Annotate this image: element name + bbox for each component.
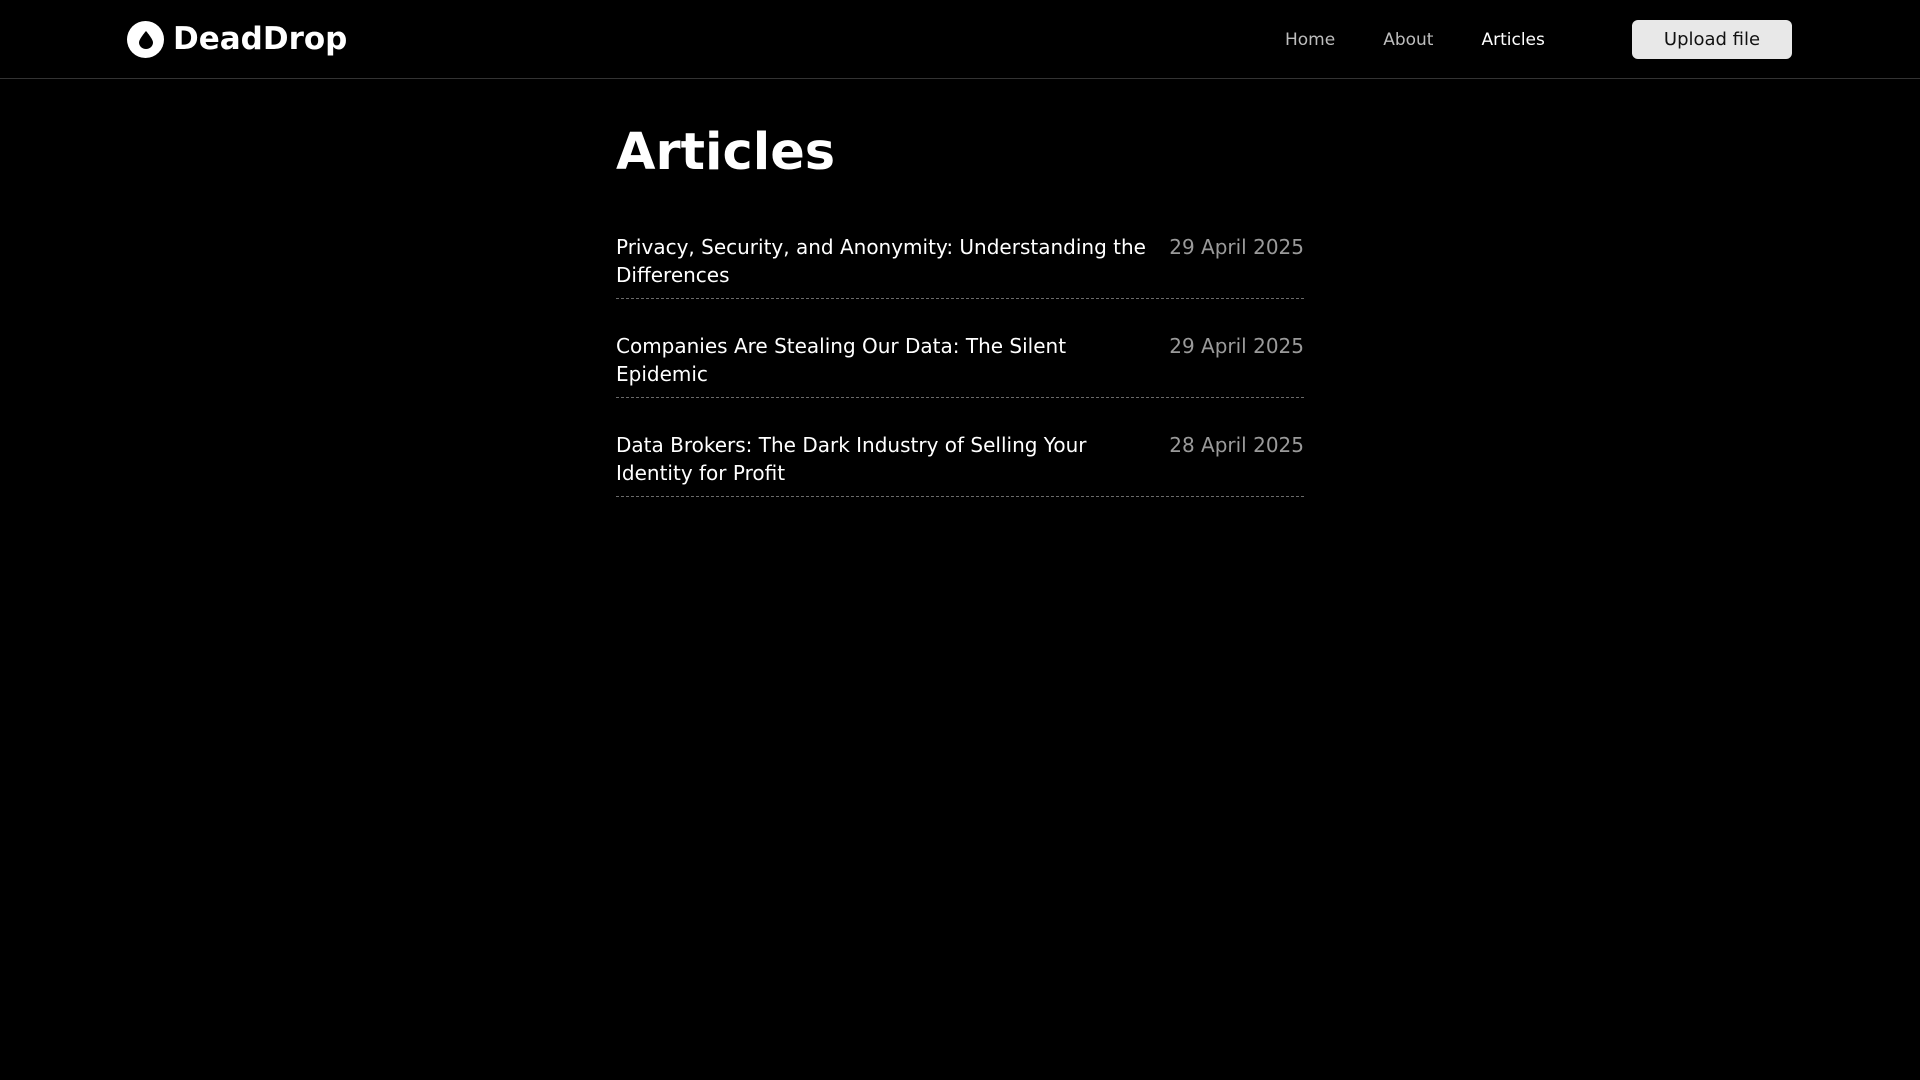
article-date: 29 April 2025 [1169,235,1304,259]
list-item: Companies Are Stealing Our Data: The Sil… [616,332,1304,398]
main-content: Articles Privacy, Security, and Anonymit… [616,117,1304,530]
article-title-link[interactable]: Data Brokers: The Dark Industry of Selli… [616,431,1156,487]
article-date: 29 April 2025 [1169,334,1304,358]
upload-file-button[interactable]: Upload file [1632,20,1792,59]
brand-name: DeadDrop [173,21,348,57]
nav-item-home[interactable]: Home [1285,30,1335,50]
list-item: Data Brokers: The Dark Industry of Selli… [616,431,1304,497]
logo-link[interactable]: DeadDrop [127,21,347,58]
article-title-link[interactable]: Companies Are Stealing Our Data: The Sil… [616,332,1156,388]
nav-item-articles[interactable]: Articles [1481,30,1544,50]
article-list: Privacy, Security, and Anonymity: Unders… [616,233,1304,497]
article-title-link[interactable]: Privacy, Security, and Anonymity: Unders… [616,233,1156,289]
article-date: 28 April 2025 [1169,433,1304,457]
droplet-icon [127,21,164,58]
site-header: DeadDrop Home About Articles Upload file [0,0,1920,79]
page-title: Articles [616,123,836,182]
list-item: Privacy, Security, and Anonymity: Unders… [616,233,1304,299]
main-nav: Home About Articles [1285,30,1545,50]
nav-item-about[interactable]: About [1383,30,1433,50]
